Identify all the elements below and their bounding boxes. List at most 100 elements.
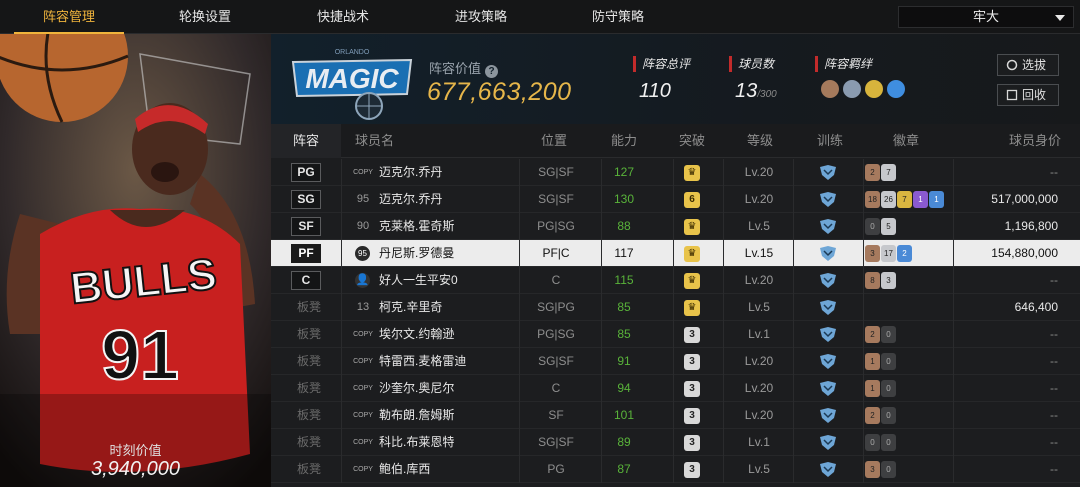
table-row[interactable]: PG COPY 迈克尔.乔丹 SG|SF 127 ♛ Lv.20 2 7 -- bbox=[271, 159, 1080, 186]
header-position[interactable]: 位置 bbox=[541, 124, 567, 158]
training-shield-icon[interactable] bbox=[818, 462, 838, 477]
help-icon[interactable]: ? bbox=[485, 65, 499, 78]
header-player-value[interactable]: 球员身价 bbox=[1009, 124, 1061, 158]
lineup-select-dropdown[interactable]: 牢大 bbox=[898, 6, 1074, 28]
badge-silver-icon[interactable]: 5 bbox=[881, 218, 896, 235]
badge-bronze-icon[interactable]: 3 bbox=[865, 245, 880, 262]
badge-gold-icon[interactable]: 7 bbox=[897, 191, 912, 208]
badge-bronze-icon[interactable]: 1 bbox=[865, 353, 880, 370]
header-ability[interactable]: 能力 bbox=[611, 124, 637, 158]
table-row[interactable]: SF 90 克莱格.霍奇斯 PG|SG 88 ♛ Lv.5 0 5 1,196,800 bbox=[271, 213, 1080, 240]
header-training[interactable]: 训练 bbox=[817, 124, 843, 158]
badge-silver-icon[interactable]: 3 bbox=[881, 272, 896, 289]
training-shield-icon[interactable] bbox=[818, 327, 838, 342]
bond-bronze-icon[interactable] bbox=[821, 80, 839, 98]
tab-lineup-management[interactable]: 阵容管理 bbox=[14, 0, 124, 34]
player-name[interactable]: 柯克.辛里奇 bbox=[379, 294, 442, 321]
badge-bronze-icon[interactable]: 2 bbox=[865, 407, 880, 424]
badge-dark-icon[interactable]: 0 bbox=[881, 353, 896, 370]
table-row[interactable]: 板凳 COPY 勒布朗.詹姆斯 SF 101 3 Lv.20 2 0 -- bbox=[271, 402, 1080, 429]
slot-position-badge: SG bbox=[291, 190, 321, 209]
badge-bronze-icon[interactable]: 2 bbox=[865, 164, 880, 181]
player-name[interactable]: 勒布朗.詹姆斯 bbox=[379, 402, 454, 429]
player-value: -- bbox=[1050, 462, 1058, 476]
training-shield-icon[interactable] bbox=[818, 354, 838, 369]
badge-dark-icon[interactable]: 0 bbox=[881, 326, 896, 343]
table-row[interactable]: PF 95 丹尼斯.罗德曼 PF|C 117 ♛ Lv.15 3 17 2 154,880,000 bbox=[271, 240, 1080, 267]
header-badges[interactable]: 徽章 bbox=[893, 124, 919, 158]
bond-icons[interactable] bbox=[821, 80, 905, 98]
table-row[interactable]: 板凳 COPY 埃尔文.约翰逊 PG|SG 85 3 Lv.1 2 0 -- bbox=[271, 321, 1080, 348]
badge-silver-icon[interactable]: 17 bbox=[881, 245, 896, 262]
training-shield-icon[interactable] bbox=[818, 165, 838, 180]
badge-dark-icon[interactable]: 0 bbox=[881, 407, 896, 424]
player-name[interactable]: 克莱格.霍奇斯 bbox=[379, 213, 454, 240]
break-level-badge: 3 bbox=[684, 354, 700, 370]
break-level-badge: 3 bbox=[684, 462, 700, 478]
training-shield-icon[interactable] bbox=[818, 381, 838, 396]
copy-tag: COPY bbox=[353, 169, 373, 176]
training-shield-icon[interactable] bbox=[818, 300, 838, 315]
tab-quick-tactics[interactable]: 快捷战术 bbox=[288, 0, 398, 34]
column-divider bbox=[793, 294, 794, 321]
player-name[interactable]: 科比.布莱恩特 bbox=[379, 429, 454, 456]
tab-defense-strategy[interactable]: 防守策略 bbox=[563, 0, 673, 34]
column-divider bbox=[341, 429, 342, 456]
player-name[interactable]: 特雷西.麦格雷迪 bbox=[379, 348, 466, 375]
badge-purple-icon[interactable]: 1 bbox=[913, 191, 928, 208]
column-divider bbox=[793, 159, 794, 186]
slot-position-badge: C bbox=[291, 271, 321, 290]
header-level[interactable]: 等级 bbox=[747, 124, 773, 158]
training-shield-icon[interactable] bbox=[818, 435, 838, 450]
badge-bronze-icon[interactable]: 2 bbox=[865, 326, 880, 343]
training-shield-icon[interactable] bbox=[818, 246, 838, 261]
player-name[interactable]: 沙奎尔.奥尼尔 bbox=[379, 375, 454, 402]
tab-offense-strategy[interactable]: 进攻策略 bbox=[426, 0, 536, 34]
player-name[interactable]: 丹尼斯.罗德曼 bbox=[379, 240, 454, 267]
table-row[interactable]: C 👤 好人一生平安0 C 115 ♛ Lv.20 8 3 -- bbox=[271, 267, 1080, 294]
tab-rotation-settings[interactable]: 轮换设置 bbox=[150, 0, 260, 34]
badge-dark-icon[interactable]: 0 bbox=[865, 218, 880, 235]
table-row[interactable]: 板凳 COPY 特雷西.麦格雷迪 SG|SF 91 3 Lv.20 1 0 -- bbox=[271, 348, 1080, 375]
training-shield-icon[interactable] bbox=[818, 273, 838, 288]
table-row[interactable]: SG 95 迈克尔.乔丹 SG|SF 130 6 Lv.20 18 26 7 1 1 517,000,0… bbox=[271, 186, 1080, 213]
player-name[interactable]: 好人一生平安0 bbox=[379, 267, 458, 294]
header-slot[interactable]: 阵容 bbox=[271, 124, 341, 158]
badge-bronze-icon[interactable]: 8 bbox=[865, 272, 880, 289]
header-breakthrough[interactable]: 突破 bbox=[679, 124, 705, 158]
column-divider bbox=[341, 186, 342, 213]
badge-dark-icon[interactable]: 0 bbox=[881, 380, 896, 397]
badge-blue-icon[interactable]: 2 bbox=[897, 245, 912, 262]
bond-silver-icon[interactable] bbox=[843, 80, 861, 98]
badge-silver-icon[interactable]: 26 bbox=[881, 191, 896, 208]
table-row[interactable]: 板凳 13 柯克.辛里奇 SG|PG 85 ♛ Lv.5 646,400 bbox=[271, 294, 1080, 321]
recycle-button[interactable]: 回收 bbox=[997, 84, 1059, 106]
player-card[interactable]: BULLS 91 时刻价值 3,940,000 bbox=[0, 34, 271, 487]
badge-dark-icon[interactable]: 0 bbox=[881, 434, 896, 451]
badge-dark-icon[interactable]: 0 bbox=[881, 461, 896, 478]
badge-blue-icon[interactable]: 1 bbox=[929, 191, 944, 208]
badge-bronze-icon[interactable]: 1 bbox=[865, 380, 880, 397]
player-value: -- bbox=[1050, 273, 1058, 287]
table-row[interactable]: 板凳 COPY 科比.布莱恩特 SG|SF 89 3 Lv.1 0 0 -- bbox=[271, 429, 1080, 456]
training-shield-icon[interactable] bbox=[818, 408, 838, 423]
bond-gold-icon[interactable] bbox=[865, 80, 883, 98]
svg-text:MAGIC: MAGIC bbox=[305, 63, 399, 94]
badge-dark-icon[interactable]: 0 bbox=[865, 434, 880, 451]
badge-bronze-icon[interactable]: 18 bbox=[865, 191, 880, 208]
table-row[interactable]: 板凳 COPY 沙奎尔.奥尼尔 C 94 3 Lv.20 1 0 -- bbox=[271, 375, 1080, 402]
badge-bronze-icon[interactable]: 3 bbox=[865, 461, 880, 478]
select-players-button[interactable]: 选拔 bbox=[997, 54, 1059, 76]
column-divider bbox=[863, 375, 864, 402]
header-player-name[interactable]: 球员名 bbox=[355, 124, 394, 158]
table-row[interactable]: 板凳 COPY 鲍伯.库西 PG 87 3 Lv.5 3 0 -- bbox=[271, 456, 1080, 483]
player-name[interactable]: 迈克尔.乔丹 bbox=[379, 186, 442, 213]
break-level-badge: 3 bbox=[684, 408, 700, 424]
player-name[interactable]: 埃尔文.约翰逊 bbox=[379, 321, 454, 348]
training-shield-icon[interactable] bbox=[818, 192, 838, 207]
training-shield-icon[interactable] bbox=[818, 219, 838, 234]
bond-blue-icon[interactable] bbox=[887, 80, 905, 98]
badge-silver-icon[interactable]: 7 bbox=[881, 164, 896, 181]
player-name[interactable]: 迈克尔.乔丹 bbox=[379, 159, 442, 186]
player-name[interactable]: 鲍伯.库西 bbox=[379, 456, 430, 483]
